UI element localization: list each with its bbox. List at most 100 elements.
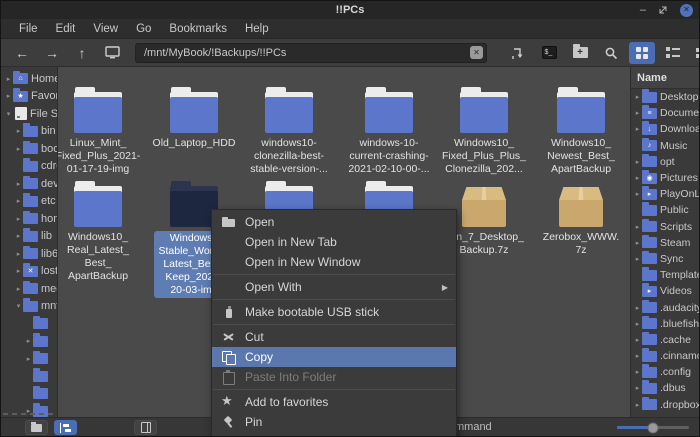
zoom-slider-handle[interactable] xyxy=(647,422,659,433)
expander-collapsed-icon[interactable]: ▸ xyxy=(14,145,23,153)
list-item-music[interactable]: ♪ Music xyxy=(631,137,699,154)
expander-collapsed-icon[interactable]: ▸ xyxy=(633,190,642,198)
list-item-videos[interactable]: ▸ Videos xyxy=(631,283,699,299)
up-button[interactable]: ↑ xyxy=(69,42,95,64)
expander-collapsed-icon[interactable]: ▸ xyxy=(14,215,23,223)
list-item-steam[interactable]: ▸ Steam xyxy=(631,234,699,251)
expander-collapsed-icon[interactable]: ▸ xyxy=(633,158,642,166)
expander-collapsed-icon[interactable]: ▸ xyxy=(633,304,642,312)
expander-collapsed-icon[interactable]: ▸ xyxy=(14,285,23,293)
expander-collapsed-icon[interactable]: ▸ xyxy=(633,384,642,392)
compact-view-button[interactable] xyxy=(691,42,699,64)
expander-collapsed-icon[interactable]: ▸ xyxy=(633,401,642,409)
list-item-dropbox[interactable]: ▸ .dropbox xyxy=(631,396,699,413)
list-item-scripts[interactable]: ▸ Scripts xyxy=(631,218,699,235)
menu-item-make-bootable-usb-stick[interactable]: Make bootable USB stick xyxy=(212,302,456,322)
menubar-item-bookmarks[interactable]: Bookmarks xyxy=(161,21,235,37)
show-treeview-toggle-button[interactable] xyxy=(54,420,77,435)
expander-expanded-icon[interactable]: ▾ xyxy=(14,302,23,310)
menu-item-open-in-new-tab[interactable]: Open in New Tab xyxy=(212,232,456,252)
back-button[interactable]: ← xyxy=(9,42,35,64)
close-button[interactable]: ✕ xyxy=(680,3,693,17)
expander-collapsed-icon[interactable]: ▸ xyxy=(633,336,642,344)
expander-collapsed-icon[interactable]: ▸ xyxy=(633,320,642,328)
name-column-header[interactable]: Name xyxy=(631,67,699,89)
list-item-desktop[interactable]: ▸ Desktop xyxy=(631,89,699,105)
list-item-audacity[interactable]: ▸ .audacity xyxy=(631,299,699,315)
menu-item-add-to-favorites[interactable]: Add to favorites xyxy=(212,392,456,412)
file-item-windows10[interactable]: Windows10_ Newest_Best_ ApartBackup xyxy=(534,87,628,176)
list-item-cinnamon[interactable]: ▸ .cinnamon xyxy=(631,348,699,364)
menu-item-cut[interactable]: Cut xyxy=(212,327,456,347)
expander-collapsed-icon[interactable]: ▸ xyxy=(633,174,642,182)
restore-button[interactable] xyxy=(658,5,668,15)
list-item-playonlinux[interactable]: ▸ ▸ PlayOnLinux xyxy=(631,186,699,202)
forward-button[interactable]: → xyxy=(39,42,65,64)
expander-collapsed-icon[interactable]: ▸ xyxy=(24,337,33,345)
file-item-old-laptop-hdd[interactable]: Old_Laptop_HDD xyxy=(147,87,241,150)
tree-item-lib[interactable]: ▸ lib xyxy=(1,228,57,246)
menu-item-open-in-new-window[interactable]: Open in New Window xyxy=(212,252,456,272)
location-bar-input[interactable] xyxy=(135,42,487,63)
expander-collapsed-icon[interactable]: ▸ xyxy=(633,93,642,101)
tree-item-home[interactable]: ▸ home xyxy=(1,210,57,228)
show-places-toggle-button[interactable] xyxy=(25,420,48,435)
expander-collapsed-icon[interactable]: ▸ xyxy=(633,352,642,360)
open-terminal-button[interactable]: $_ xyxy=(536,42,562,64)
list-item-downloads[interactable]: ▸ ↓ Downloads xyxy=(631,121,699,137)
file-item-windows10[interactable]: Windows10_ Fixed_Plus_Plus_ Clonezilla_202… xyxy=(437,87,531,176)
expander-collapsed-icon[interactable]: ▸ xyxy=(633,223,642,231)
tree-item-favorites[interactable]: ▸ ★ Favorites xyxy=(1,88,57,106)
menu-item-pin[interactable]: Pin xyxy=(212,412,456,432)
list-item-public[interactable]: Public xyxy=(631,202,699,218)
expander-collapsed-icon[interactable]: ▸ xyxy=(24,355,33,363)
list-item-templates[interactable]: Templates xyxy=(631,267,699,283)
list-item-dbus[interactable]: ▸ .dbus xyxy=(631,380,699,396)
tree-item-mnt[interactable]: ▾ mnt xyxy=(1,298,57,316)
tree-item-bin[interactable]: ▸ bin xyxy=(1,123,57,141)
list-item-config[interactable]: ▸ .config xyxy=(631,364,699,380)
expander-collapsed-icon[interactable]: ▸ xyxy=(14,250,23,258)
tree-item[interactable]: ▸ xyxy=(1,333,57,351)
tree-item[interactable] xyxy=(1,385,57,403)
tree-item-lib64[interactable]: ▸ lib64 xyxy=(1,245,57,263)
menu-item-rename[interactable]: Rename... xyxy=(212,432,456,436)
expander-collapsed-icon[interactable]: ▸ xyxy=(4,92,13,100)
tree-item-boot[interactable]: ▸ boot xyxy=(1,140,57,158)
expander-collapsed-icon[interactable]: ▸ xyxy=(633,125,642,133)
file-item-windows10[interactable]: Windows10_ Real_Latest_ Best_ ApartBackup xyxy=(51,181,145,283)
expander-collapsed-icon[interactable]: ▸ xyxy=(14,197,23,205)
list-item-sync[interactable]: ▸ Sync xyxy=(631,250,699,267)
expander-collapsed-icon[interactable]: ▸ xyxy=(633,368,642,376)
sidebar-horizontal-scrollbar[interactable] xyxy=(3,413,55,415)
clear-location-icon[interactable]: ✕ xyxy=(470,46,483,59)
list-item-opt[interactable]: ▸ opt xyxy=(631,153,699,170)
expander-collapsed-icon[interactable]: ▸ xyxy=(14,180,23,188)
expander-expanded-icon[interactable]: ▾ xyxy=(4,110,13,118)
menu-item-open-with[interactable]: Open With ▶ xyxy=(212,277,456,297)
file-item-linux-mint[interactable]: Linux_Mint_ Fixed_Plus_2021- 01-17-19-img xyxy=(51,87,145,176)
list-item-cache[interactable]: ▸ .cache xyxy=(631,331,699,348)
tree-item-cdrom[interactable]: cdrom xyxy=(1,158,57,176)
expander-collapsed-icon[interactable]: ▸ xyxy=(633,239,642,247)
menubar-item-go[interactable]: Go xyxy=(128,21,159,37)
zoom-slider[interactable] xyxy=(617,422,689,433)
menu-item-open[interactable]: Open xyxy=(212,212,456,232)
expander-collapsed-icon[interactable]: ▸ xyxy=(4,75,13,83)
toggle-extra-pane-button[interactable] xyxy=(134,420,157,435)
list-item-documents[interactable]: ▸ ≡ Documents xyxy=(631,105,699,121)
list-view-button[interactable] xyxy=(660,42,686,64)
tree-item-file-system[interactable]: ▾ File System xyxy=(1,105,57,123)
menu-item-copy[interactable]: Copy xyxy=(212,347,456,367)
file-item-zerobox-www[interactable]: Zerobox_WWW. 7z xyxy=(534,181,628,257)
search-button[interactable] xyxy=(598,42,624,64)
tree-item[interactable] xyxy=(1,368,57,386)
tree-item-lost-found[interactable]: ▸ ✕ lost+found xyxy=(1,263,57,281)
menubar-item-edit[interactable]: Edit xyxy=(48,21,84,37)
menubar-item-view[interactable]: View xyxy=(85,21,126,37)
computer-button[interactable] xyxy=(99,42,125,64)
toggle-location-entry-button[interactable] xyxy=(505,42,531,64)
tree-item-dev[interactable]: ▸ dev xyxy=(1,175,57,193)
expander-collapsed-icon[interactable]: ▸ xyxy=(633,109,642,117)
tree-item-etc[interactable]: ▸ etc xyxy=(1,193,57,211)
